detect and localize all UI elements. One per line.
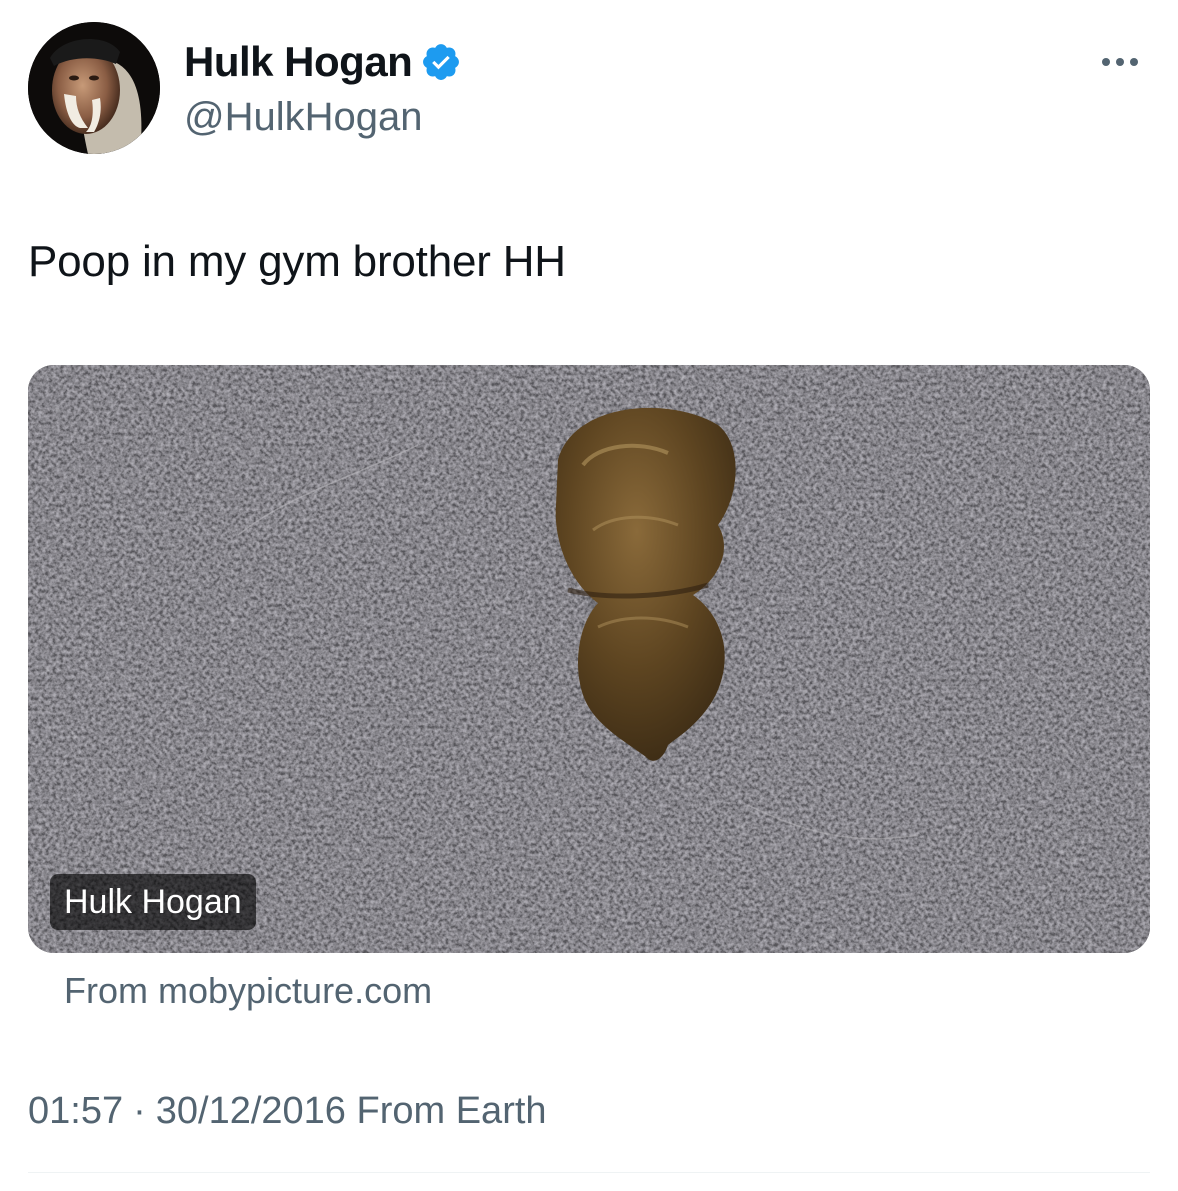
author-handle[interactable]: @HulkHogan: [184, 92, 462, 142]
more-options-icon[interactable]: [1090, 44, 1150, 80]
media-card[interactable]: Hulk Hogan: [28, 365, 1150, 953]
media-image: [28, 365, 1150, 953]
tweet-source: From Earth: [356, 1090, 547, 1132]
more-dot: [1130, 58, 1138, 66]
meta-separator: ·: [133, 1090, 146, 1132]
media-source-link[interactable]: From mobypicture.com: [64, 966, 432, 1016]
divider: [28, 1172, 1150, 1173]
tweet-header: Hulk Hogan @HulkHogan: [28, 22, 1150, 154]
more-dot: [1102, 58, 1110, 66]
tweet-text: Poop in my gym brother HH: [28, 237, 566, 286]
author-identity: Hulk Hogan @HulkHogan: [184, 36, 462, 142]
avatar-image: [28, 22, 160, 154]
avatar[interactable]: [28, 22, 160, 154]
verified-badge-icon: [420, 41, 462, 83]
media-badge: Hulk Hogan: [50, 874, 256, 930]
tweet-meta: 01:57 · 30/12/2016 From Earth: [28, 1084, 547, 1138]
author-name-row[interactable]: Hulk Hogan: [184, 36, 462, 88]
author-display-name[interactable]: Hulk Hogan: [184, 36, 413, 88]
tweet-date[interactable]: 30/12/2016: [156, 1090, 346, 1132]
tweet-time[interactable]: 01:57: [28, 1090, 123, 1132]
more-dot: [1116, 58, 1124, 66]
